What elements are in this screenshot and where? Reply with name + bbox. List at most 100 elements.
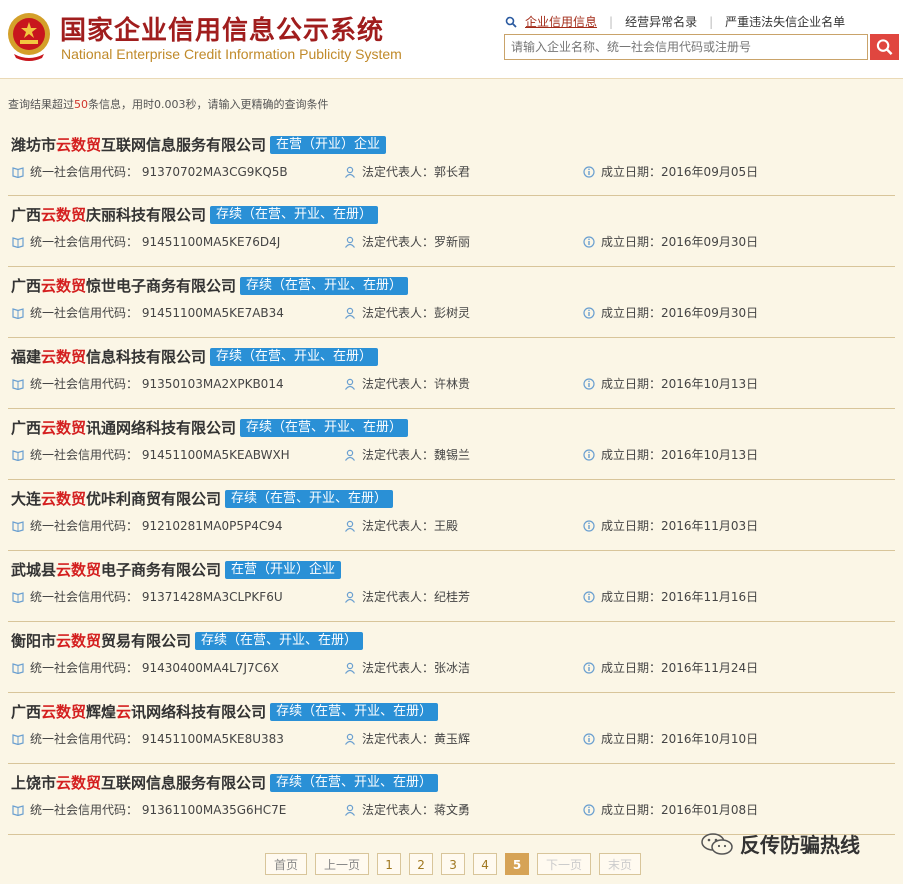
establish-date-label: 成立日期： [601, 661, 662, 675]
credit-code: 统一社会信用代码： 91451100MA5KE76D4J [12, 233, 280, 250]
result-row: 广西云数贸辉煌云讯网络科技有限公司 存续（在营、开业、在册） 统一社会信用代码： 9… [8, 693, 895, 764]
person-icon [345, 662, 355, 674]
page-3[interactable]: 3 [441, 853, 466, 875]
book-icon [12, 733, 24, 745]
company-name-part: 云数贸 [41, 277, 87, 295]
legal-rep-label: 法定代表人： [362, 377, 435, 391]
company-name-link[interactable]: 武城县云数贸电子商务有限公司 [11, 559, 221, 580]
site-subtitle: National Enterprise Credit Information P… [61, 46, 402, 62]
company-name-part: 武城县 [11, 561, 57, 579]
company-name-link[interactable]: 广西云数贸辉煌云讯网络科技有限公司 [11, 701, 266, 722]
status-badge: 在营（开业）企业 [270, 135, 387, 154]
establish-date: 成立日期： 2016年09月30日 [583, 233, 758, 250]
company-name-part: 云数贸 [56, 136, 102, 154]
nav-blacklist[interactable]: 严重违法失信企业名单 [725, 13, 845, 30]
legal-rep-label: 法定代表人： [362, 661, 435, 675]
establish-date-label: 成立日期： [601, 519, 662, 533]
company-name-link[interactable]: 广西云数贸惊世电子商务有限公司 [11, 275, 236, 296]
company-name-part: 惊世电子商务有限公司 [86, 277, 237, 295]
credit-code: 统一社会信用代码： 91430400MA4L7J7C6X [12, 659, 279, 676]
search-input[interactable] [504, 34, 868, 60]
establish-date-value: 2016年10月13日 [661, 377, 759, 391]
company-name-part: 贸易有限公司 [101, 632, 192, 650]
legal-rep-label: 法定代表人： [362, 519, 435, 533]
credit-code: 统一社会信用代码： 91210281MA0P5P4C94 [12, 517, 283, 534]
legal-rep: 法定代表人： 罗新丽 [344, 233, 470, 250]
credit-code-label: 统一社会信用代码： [30, 306, 139, 320]
book-icon [12, 520, 24, 532]
legal-rep-value: 纪桂芳 [434, 590, 471, 604]
company-name-part: 信息科技有限公司 [86, 348, 207, 366]
credit-code-label: 统一社会信用代码： [30, 590, 139, 604]
info-icon [583, 377, 595, 390]
result-row: 广西云数贸庆丽科技有限公司 存续（在营、开业、在册） 统一社会信用代码： 91451… [8, 196, 895, 267]
name-line: 大连云数贸优咔利商贸有限公司 存续（在营、开业、在册） [11, 488, 394, 509]
company-name-link[interactable]: 福建云数贸信息科技有限公司 [11, 346, 206, 367]
establish-date-value: 2016年09月05日 [661, 165, 759, 179]
page-4[interactable]: 4 [473, 853, 498, 875]
legal-rep-value: 黄玉辉 [434, 732, 471, 746]
company-name-part: 云数贸 [41, 703, 87, 721]
legal-rep-value: 罗新丽 [434, 235, 471, 249]
company-name-link[interactable]: 衡阳市云数贸贸易有限公司 [11, 630, 191, 651]
legal-rep-label: 法定代表人： [362, 590, 435, 604]
name-line: 潍坊市云数贸互联网信息服务有限公司 在营（开业）企业 [11, 134, 387, 155]
person-icon [345, 591, 355, 603]
page-2[interactable]: 2 [409, 853, 434, 875]
legal-rep-value: 张冰洁 [434, 661, 471, 675]
person-icon [345, 520, 355, 532]
credit-code: 统一社会信用代码： 91451100MA5KEABWXH [12, 446, 290, 463]
company-name-link[interactable]: 广西云数贸讯通网络科技有限公司 [11, 417, 236, 438]
page-last: 末页 [599, 853, 642, 875]
status-badge: 存续（在营、开业、在册） [240, 276, 409, 295]
legal-rep-value: 郭长君 [434, 165, 471, 179]
person-icon [345, 236, 355, 248]
nav-abnormal-list[interactable]: 经营异常名录 [625, 13, 697, 30]
info-icon [583, 732, 595, 745]
name-line: 武城县云数贸电子商务有限公司 在营（开业）企业 [11, 559, 342, 580]
legal-rep-label: 法定代表人： [362, 803, 435, 817]
status-badge: 存续（在营、开业、在册） [240, 418, 409, 437]
company-name-part: 电子商务有限公司 [101, 561, 222, 579]
company-name-part: 上饶市 [11, 774, 57, 792]
company-name-part: 云数贸 [56, 561, 102, 579]
company-name-part: 互联网信息服务有限公司 [101, 774, 267, 792]
company-name-part: 云数贸 [41, 490, 87, 508]
company-name-link[interactable]: 大连云数贸优咔利商贸有限公司 [11, 488, 221, 509]
company-name-part: 辉煌 [86, 703, 117, 721]
site-header: 国家企业信用信息公示系统 National Enterprise Credit … [0, 0, 903, 79]
establish-date-value: 2016年01月08日 [661, 803, 759, 817]
page-1[interactable]: 1 [377, 853, 402, 875]
credit-code-label: 统一社会信用代码： [30, 448, 139, 462]
company-name-link[interactable]: 潍坊市云数贸互联网信息服务有限公司 [11, 134, 266, 155]
establish-date: 成立日期： 2016年09月05日 [583, 163, 758, 180]
legal-rep-label: 法定代表人： [362, 235, 435, 249]
page-5-current[interactable]: 5 [505, 853, 530, 875]
result-row: 武城县云数贸电子商务有限公司 在营（开业）企业 统一社会信用代码： 91371428… [8, 551, 895, 622]
legal-rep-label: 法定代表人： [362, 448, 435, 462]
nav-credit-info[interactable]: 企业信用信息 [525, 13, 597, 30]
person-icon [345, 449, 355, 461]
nav-separator: | [709, 14, 714, 29]
info-icon [583, 519, 595, 532]
status-badge: 存续（在营、开业、在册） [210, 205, 379, 224]
info-icon [583, 803, 595, 816]
page-prev[interactable]: 上一页 [315, 853, 370, 875]
page-first[interactable]: 首页 [265, 853, 308, 875]
establish-date-label: 成立日期： [601, 448, 662, 462]
book-icon [12, 236, 24, 248]
result-row: 大连云数贸优咔利商贸有限公司 存续（在营、开业、在册） 统一社会信用代码： 9121… [8, 480, 895, 551]
legal-rep-value: 蒋文勇 [434, 803, 471, 817]
search-button[interactable] [870, 34, 899, 60]
company-name-part: 云数贸 [41, 419, 87, 437]
national-emblem-icon [8, 13, 50, 61]
company-name-part: 广西 [11, 419, 42, 437]
establish-date-value: 2016年09月30日 [661, 306, 759, 320]
company-name-link[interactable]: 广西云数贸庆丽科技有限公司 [11, 204, 206, 225]
legal-rep: 法定代表人： 纪桂芳 [344, 588, 470, 605]
status-badge: 存续（在营、开业、在册） [210, 347, 379, 366]
info-icon [583, 235, 595, 248]
legal-rep-value: 王殿 [434, 519, 459, 533]
company-name-link[interactable]: 上饶市云数贸互联网信息服务有限公司 [11, 772, 266, 793]
legal-rep: 法定代表人： 张冰洁 [344, 659, 470, 676]
